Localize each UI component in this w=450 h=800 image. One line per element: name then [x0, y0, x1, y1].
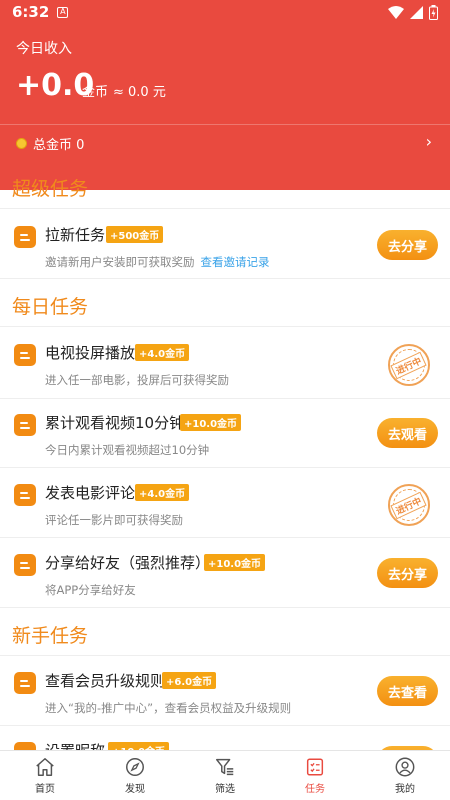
yuan-equivalent: ≈ 0.0 元: [113, 85, 166, 100]
divider: [0, 467, 450, 468]
task-icon: [14, 554, 36, 576]
task-icon: [14, 484, 36, 506]
status-bar: 6:32 A: [0, 0, 450, 24]
task-name: 分享给好友（强烈推荐）: [45, 554, 211, 572]
tab-label: 筛选: [215, 784, 235, 795]
task-description: 进入“我的-推广中心”，查看会员权益及升级规则: [45, 701, 292, 715]
divider: [0, 398, 450, 399]
share-button[interactable]: 去分享: [377, 558, 438, 588]
coin-unit-label: 金币: [82, 85, 109, 100]
signal-icon: [410, 5, 423, 19]
user-icon: [395, 757, 415, 777]
reward-badge: +4.0金币: [135, 484, 190, 501]
task-name: 电视投屏播放: [45, 344, 136, 362]
task-description: 今日内累计观看视频超过10分钟: [45, 443, 210, 457]
task-icon: [14, 226, 36, 248]
divider: [0, 725, 450, 726]
task-item: 累计观看视频10分钟 +10.0金币 今日内累计观看视频超过10分钟 去观看: [0, 400, 450, 470]
total-coins-row[interactable]: 总金币 0: [16, 134, 84, 153]
divider: [0, 278, 450, 279]
total-coins-label: 总金币 0: [33, 138, 85, 153]
tab-label: 任务: [305, 784, 325, 795]
section-newbie-tasks: 新手任务: [12, 625, 89, 647]
reward-badge: +10.0金币: [204, 554, 266, 571]
in-progress-label: 进行中: [390, 491, 428, 519]
in-progress-stamp: 进行中: [388, 484, 430, 526]
task-description: 进入任一部电影，投屏后可获得奖励: [45, 373, 229, 387]
reward-badge: +10.0金币: [180, 414, 242, 431]
filter-icon: [216, 758, 234, 776]
task-icon: [306, 758, 324, 776]
tab-label: 首页: [35, 784, 55, 795]
task-name: 累计观看视频10分钟: [45, 414, 185, 432]
income-header: 今日收入 +0.0 金币 ≈ 0.0 元 总金币 0 ›: [0, 24, 450, 190]
task-item: 电视投屏播放 +4.0金币 进入任一部电影，投屏后可获得奖励 进行中: [0, 330, 450, 400]
in-progress-label: 进行中: [390, 351, 428, 379]
tab-discover[interactable]: 发现: [90, 751, 180, 800]
today-income-label: 今日收入: [16, 41, 72, 57]
task-item: 发表电影评论 +4.0金币 评论任一影片即可获得奖励 进行中: [0, 470, 450, 540]
task-icon: [14, 414, 36, 436]
task-name: 查看会员升级规则: [45, 672, 166, 690]
divider: [0, 208, 450, 209]
tab-home[interactable]: 首页: [0, 751, 90, 800]
task-item: 分享给好友（强烈推荐） +10.0金币 将APP分享给好友 去分享: [0, 540, 450, 610]
section-daily-tasks: 每日任务: [12, 296, 89, 318]
task-name: 拉新任务: [45, 226, 106, 244]
status-time: 6:32: [12, 3, 50, 21]
watch-button[interactable]: 去观看: [377, 418, 438, 448]
divider: [0, 537, 450, 538]
tab-label: 我的: [395, 784, 415, 795]
tab-tasks[interactable]: 任务: [270, 751, 360, 800]
divider: [0, 326, 450, 327]
task-item: 拉新任务 +500金币 邀请新用户安装即可获取奖励 查看邀请记录 去分享: [0, 212, 450, 282]
reward-badge: +500金币: [106, 226, 164, 243]
tab-label: 发现: [125, 784, 145, 795]
task-item: 查看会员升级规则 +6.0金币 进入“我的-推广中心”，查看会员权益及升级规则 …: [0, 658, 450, 728]
coin-icon: [16, 138, 27, 149]
wifi-icon: [388, 5, 404, 19]
task-description: 邀请新用户安装即可获取奖励 查看邀请记录: [45, 254, 270, 270]
divider: [0, 607, 450, 608]
reward-badge: +6.0金币: [162, 672, 217, 689]
task-icon: [14, 672, 36, 694]
header-divider: [0, 124, 450, 125]
notification-icon: A: [57, 6, 69, 18]
tab-filter[interactable]: 筛选: [180, 751, 270, 800]
status-icons: [388, 4, 438, 20]
task-description: 将APP分享给好友: [45, 583, 136, 597]
reward-badge: +4.0金币: [135, 344, 190, 361]
chevron-right-icon[interactable]: ›: [426, 132, 432, 151]
view-button[interactable]: 去查看: [377, 676, 438, 706]
task-description: 评论任一影片即可获得奖励: [45, 513, 183, 527]
task-description-text: 邀请新用户安装即可获取奖励: [45, 255, 195, 269]
task-name: 发表电影评论: [45, 484, 136, 502]
task-icon: [14, 344, 36, 366]
tab-mine[interactable]: 我的: [360, 751, 450, 800]
in-progress-stamp: 进行中: [388, 344, 430, 386]
compass-icon: [126, 758, 144, 776]
bottom-tab-bar: 首页 发现 筛选 任务 我的: [0, 750, 450, 800]
battery-icon: [429, 4, 438, 20]
share-button[interactable]: 去分享: [377, 230, 438, 260]
home-icon: [36, 758, 54, 776]
divider: [0, 655, 450, 656]
invite-records-link[interactable]: 查看邀请记录: [201, 255, 270, 269]
section-super-tasks: 超级任务: [12, 178, 89, 200]
